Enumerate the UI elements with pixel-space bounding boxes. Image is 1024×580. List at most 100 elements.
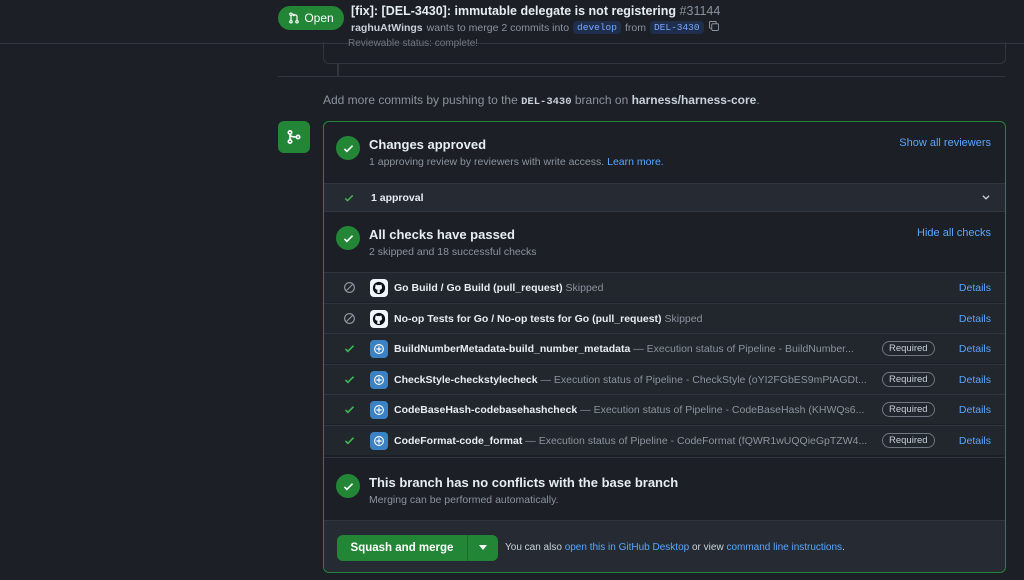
check-name: Go Build / Go Build (pull_request) xyxy=(394,282,563,294)
merge-alternatives: You can also open this in GitHub Desktop… xyxy=(505,542,845,553)
success-check-icon xyxy=(344,375,355,383)
check-icon xyxy=(344,194,354,202)
required-badge: Required xyxy=(882,432,935,448)
or-view-text: or view xyxy=(691,542,724,553)
check-description: — Execution status of Pipeline - BuildNu… xyxy=(633,343,854,355)
copy-branch-icon[interactable] xyxy=(708,20,720,35)
check-name: BuildNumberMetadata-build_number_metadat… xyxy=(394,343,631,355)
harness-app-icon xyxy=(370,370,388,389)
pr-title: [fix]: [DEL-3430]: immutable delegate is… xyxy=(351,4,720,18)
approval-subtitle: 1 approving review by reviewers with wri… xyxy=(369,156,664,168)
check-row-text: BuildNumberMetadata-build_number_metadat… xyxy=(394,343,854,355)
learn-more-link[interactable]: Learn more. xyxy=(607,156,664,168)
skipped-icon xyxy=(344,312,355,324)
success-check-icon xyxy=(344,345,355,353)
checks-section: All checks have passed 2 skipped and 18 … xyxy=(324,212,1005,272)
check-name: CheckStyle-checkstylecheck xyxy=(394,373,538,386)
check-description: — Execution status of Pipeline - CodeFor… xyxy=(525,434,868,447)
check-details-link[interactable]: Details xyxy=(959,343,991,355)
check-row-text: Go Build / Go Build (pull_request) Skipp… xyxy=(394,282,603,294)
check-row: CodeFormat-code_format — Execution statu… xyxy=(324,424,1005,455)
github-actions-icon xyxy=(370,279,388,297)
reviewable-status-text: Reviewable status: complete! xyxy=(348,38,479,49)
command-line-link[interactable]: command line instructions xyxy=(726,542,842,553)
check-row: CodeBaseHash-codebasehashcheck — Executi… xyxy=(324,394,1005,424)
check-details-link[interactable]: Details xyxy=(959,313,991,325)
check-row: CheckStyle-checkstylecheck — Execution s… xyxy=(324,363,1005,394)
conflicts-title: This branch has no conflicts with the ba… xyxy=(369,475,679,490)
pr-title-text: [fix]: [DEL-3430]: immutable delegate is… xyxy=(351,4,677,18)
add-commits-hint: Add more commits by pushing to the DEL-3… xyxy=(323,93,760,108)
base-branch-tag[interactable]: develop xyxy=(573,21,621,34)
check-description: — Execution status of Pipeline - CheckSt… xyxy=(540,373,867,386)
check-name: CodeBaseHash-codebasehashcheck xyxy=(394,404,578,416)
checks-passed-icon xyxy=(336,226,360,250)
check-details-link[interactable]: Details xyxy=(959,435,991,447)
check-name: No-op Tests for Go / No-op tests for Go … xyxy=(394,312,662,325)
checks-subtitle: 2 skipped and 18 successful checks xyxy=(369,246,537,258)
check-description: Skipped xyxy=(664,312,703,325)
hide-all-checks-link[interactable]: Hide all checks xyxy=(917,227,991,239)
timeline-divider xyxy=(278,76,1006,77)
merge-status-icon xyxy=(278,121,310,153)
check-description: Skipped xyxy=(565,282,604,294)
required-badge: Required xyxy=(882,341,935,356)
approval-section: Changes approved 1 approving review by r… xyxy=(324,122,1005,184)
success-check-icon xyxy=(344,436,355,444)
check-details-link[interactable]: Details xyxy=(959,404,991,416)
check-details-link[interactable]: Details xyxy=(959,374,991,386)
pr-header: Open [fix]: [DEL-3430]: immutable delega… xyxy=(0,0,1024,44)
add-commits-branch: DEL-3430 xyxy=(521,96,572,108)
pr-status-label: Open xyxy=(304,11,334,25)
pull-request-icon xyxy=(289,12,300,24)
checks-title: All checks have passed xyxy=(369,227,515,242)
chevron-down-icon[interactable] xyxy=(981,192,991,202)
also-text: You can also xyxy=(505,542,562,553)
merge-method-dropdown[interactable] xyxy=(468,535,498,561)
merge-box: Changes approved 1 approving review by r… xyxy=(323,121,1006,573)
head-branch-tag[interactable]: DEL-3430 xyxy=(649,21,704,34)
approval-subtitle-text: 1 approving review by reviewers with wri… xyxy=(369,156,605,168)
show-all-reviewers-link[interactable]: Show all reviewers xyxy=(899,137,991,149)
pr-status-badge: Open xyxy=(278,6,344,30)
pr-from-text: from xyxy=(624,21,646,34)
approval-count-row[interactable]: 1 approval xyxy=(324,184,1005,212)
check-row-text: CheckStyle-checkstylecheck — Execution s… xyxy=(394,374,867,386)
approved-check-icon xyxy=(336,136,360,160)
pr-number: #31144 xyxy=(679,4,721,18)
github-desktop-link[interactable]: open this in GitHub Desktop xyxy=(565,542,690,553)
required-badge: Required xyxy=(882,371,935,387)
check-row: No-op Tests for Go / No-op tests for Go … xyxy=(324,302,1005,333)
merge-button-group: Squash and merge xyxy=(337,535,498,561)
check-row: BuildNumberMetadata-build_number_metadat… xyxy=(324,333,1005,363)
check-description: — Execution status of Pipeline - CodeBas… xyxy=(580,404,865,416)
harness-app-icon xyxy=(370,431,388,450)
check-row: Go Build / Go Build (pull_request) Skipp… xyxy=(324,272,1005,302)
git-merge-icon xyxy=(287,129,301,145)
check-name: CodeFormat-code_format xyxy=(394,434,523,447)
harness-app-icon xyxy=(370,340,388,358)
timeline-line xyxy=(337,64,339,76)
approval-title: Changes approved xyxy=(369,137,487,152)
conflicts-section: This branch has no conflicts with the ba… xyxy=(324,457,1005,520)
add-commits-mid: branch on xyxy=(574,93,629,107)
check-row-text: CodeFormat-code_format — Execution statu… xyxy=(394,435,867,447)
success-check-icon xyxy=(344,406,355,414)
check-row-text: No-op Tests for Go / No-op tests for Go … xyxy=(394,313,702,325)
pr-author-link[interactable]: raghuAtWings xyxy=(351,22,423,34)
harness-app-icon xyxy=(370,401,388,419)
merge-footer: Squash and merge You can also open this … xyxy=(324,520,1005,572)
pr-subtitle: raghuAtWings wants to merge 2 commits in… xyxy=(351,20,720,35)
footer-end: . xyxy=(842,542,845,553)
required-badge: Required xyxy=(882,402,935,417)
approval-count-label: 1 approval xyxy=(371,192,424,204)
squash-and-merge-button[interactable]: Squash and merge xyxy=(337,535,468,561)
check-details-link[interactable]: Details xyxy=(959,282,991,294)
repo-link[interactable]: harness/harness-core xyxy=(632,93,757,107)
conflicts-subtitle: Merging can be performed automatically. xyxy=(369,494,559,506)
github-actions-icon xyxy=(370,309,388,328)
skipped-icon xyxy=(344,282,355,293)
triangle-down-icon xyxy=(479,545,487,550)
add-commits-end: . xyxy=(756,93,760,107)
previous-timeline-item: Reviewable status: complete! xyxy=(323,38,1006,64)
